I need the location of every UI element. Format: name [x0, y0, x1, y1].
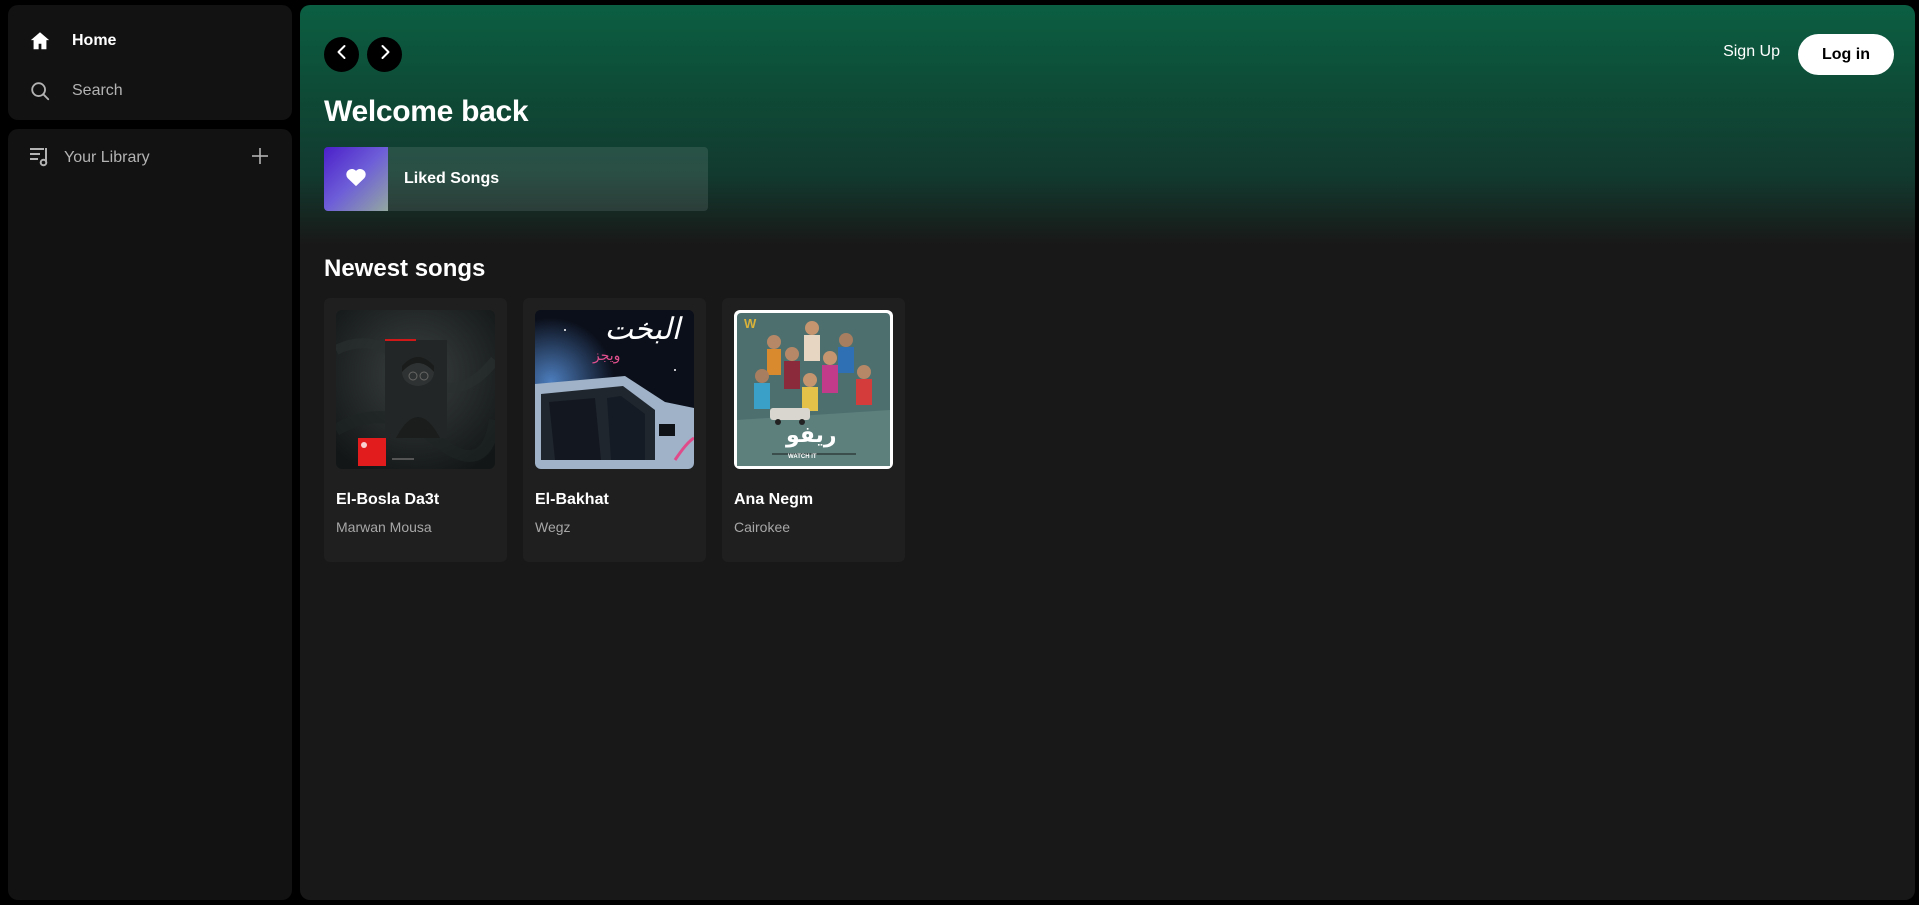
sidebar-nav: Home Search: [8, 5, 292, 120]
album-cover: W ريفو WATCH IT: [734, 310, 893, 469]
sidebar-item-search[interactable]: Search: [28, 76, 123, 106]
chevron-right-icon: [377, 44, 393, 65]
cover-title-text: البخت: [604, 312, 680, 347]
song-title: El-Bakhat: [535, 491, 609, 508]
sidebar-item-label: Search: [72, 82, 123, 99]
chevron-left-icon: [334, 44, 350, 65]
cover-caption-text: WATCH IT: [788, 454, 817, 460]
album-cover: [336, 310, 495, 469]
song-card[interactable]: El-Bosla Da3t Marwan Mousa: [324, 298, 507, 562]
liked-songs-thumbnail: [324, 147, 388, 211]
cover-badge-text: W: [744, 316, 757, 331]
library-icon: [28, 144, 52, 173]
main-content: Sign Up Log in Welcome back Liked Songs …: [300, 5, 1915, 900]
search-icon: [28, 79, 52, 103]
song-artist: Wegz: [535, 519, 571, 535]
song-card[interactable]: W ريفو WATCH IT Ana Negm Cairokee: [722, 298, 905, 562]
page-title: Welcome back: [324, 95, 529, 128]
your-library-label: Your Library: [64, 149, 150, 166]
album-cover: البخت ويجز: [535, 310, 694, 469]
liked-songs-card[interactable]: Liked Songs: [324, 147, 708, 211]
sidebar-item-home[interactable]: Home: [28, 26, 116, 56]
section-title-newest-songs: Newest songs: [324, 255, 486, 282]
your-library-button[interactable]: Your Library: [28, 144, 150, 173]
song-title: El-Bosla Da3t: [336, 491, 440, 508]
song-artist: Cairokee: [734, 519, 791, 535]
back-button[interactable]: [324, 37, 359, 72]
sign-up-button[interactable]: Sign Up: [1723, 43, 1780, 61]
plus-icon: [251, 147, 269, 170]
song-artist: Marwan Mousa: [336, 519, 432, 535]
heart-icon: [345, 167, 367, 192]
song-card[interactable]: البخت ويجز El-Bakhat Wegz: [523, 298, 706, 562]
cover-title-text: ريفو: [786, 423, 837, 448]
liked-songs-label: Liked Songs: [404, 170, 500, 187]
log-in-button[interactable]: Log in: [1798, 34, 1894, 75]
song-title: Ana Negm: [734, 491, 814, 508]
create-playlist-button[interactable]: [246, 144, 274, 172]
cover-artist-text: ويجز: [593, 348, 621, 364]
sidebar-item-label: Home: [72, 32, 117, 49]
library-header: Your Library: [28, 143, 274, 173]
home-icon: [28, 29, 52, 53]
library-panel: Your Library: [8, 129, 292, 900]
forward-button[interactable]: [367, 37, 402, 72]
